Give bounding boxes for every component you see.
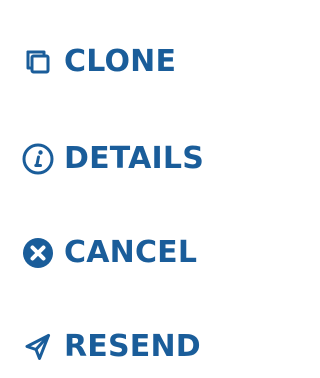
cancel-label: CANCEL (64, 235, 198, 270)
clone-label: CLONE (64, 44, 177, 79)
info-icon (20, 141, 56, 177)
send-icon (20, 329, 56, 365)
cancel-button[interactable]: CANCEL (20, 233, 197, 273)
actions-menu: CLONE DETAILS CANCEL RESEND (0, 0, 254, 378)
cancel-icon (20, 235, 56, 271)
details-button[interactable]: DETAILS (20, 139, 204, 179)
details-label: DETAILS (64, 141, 205, 176)
copy-icon (20, 44, 56, 80)
clone-button[interactable]: CLONE (20, 42, 176, 82)
resend-button[interactable]: RESEND (20, 327, 201, 367)
resend-label: RESEND (64, 329, 201, 364)
